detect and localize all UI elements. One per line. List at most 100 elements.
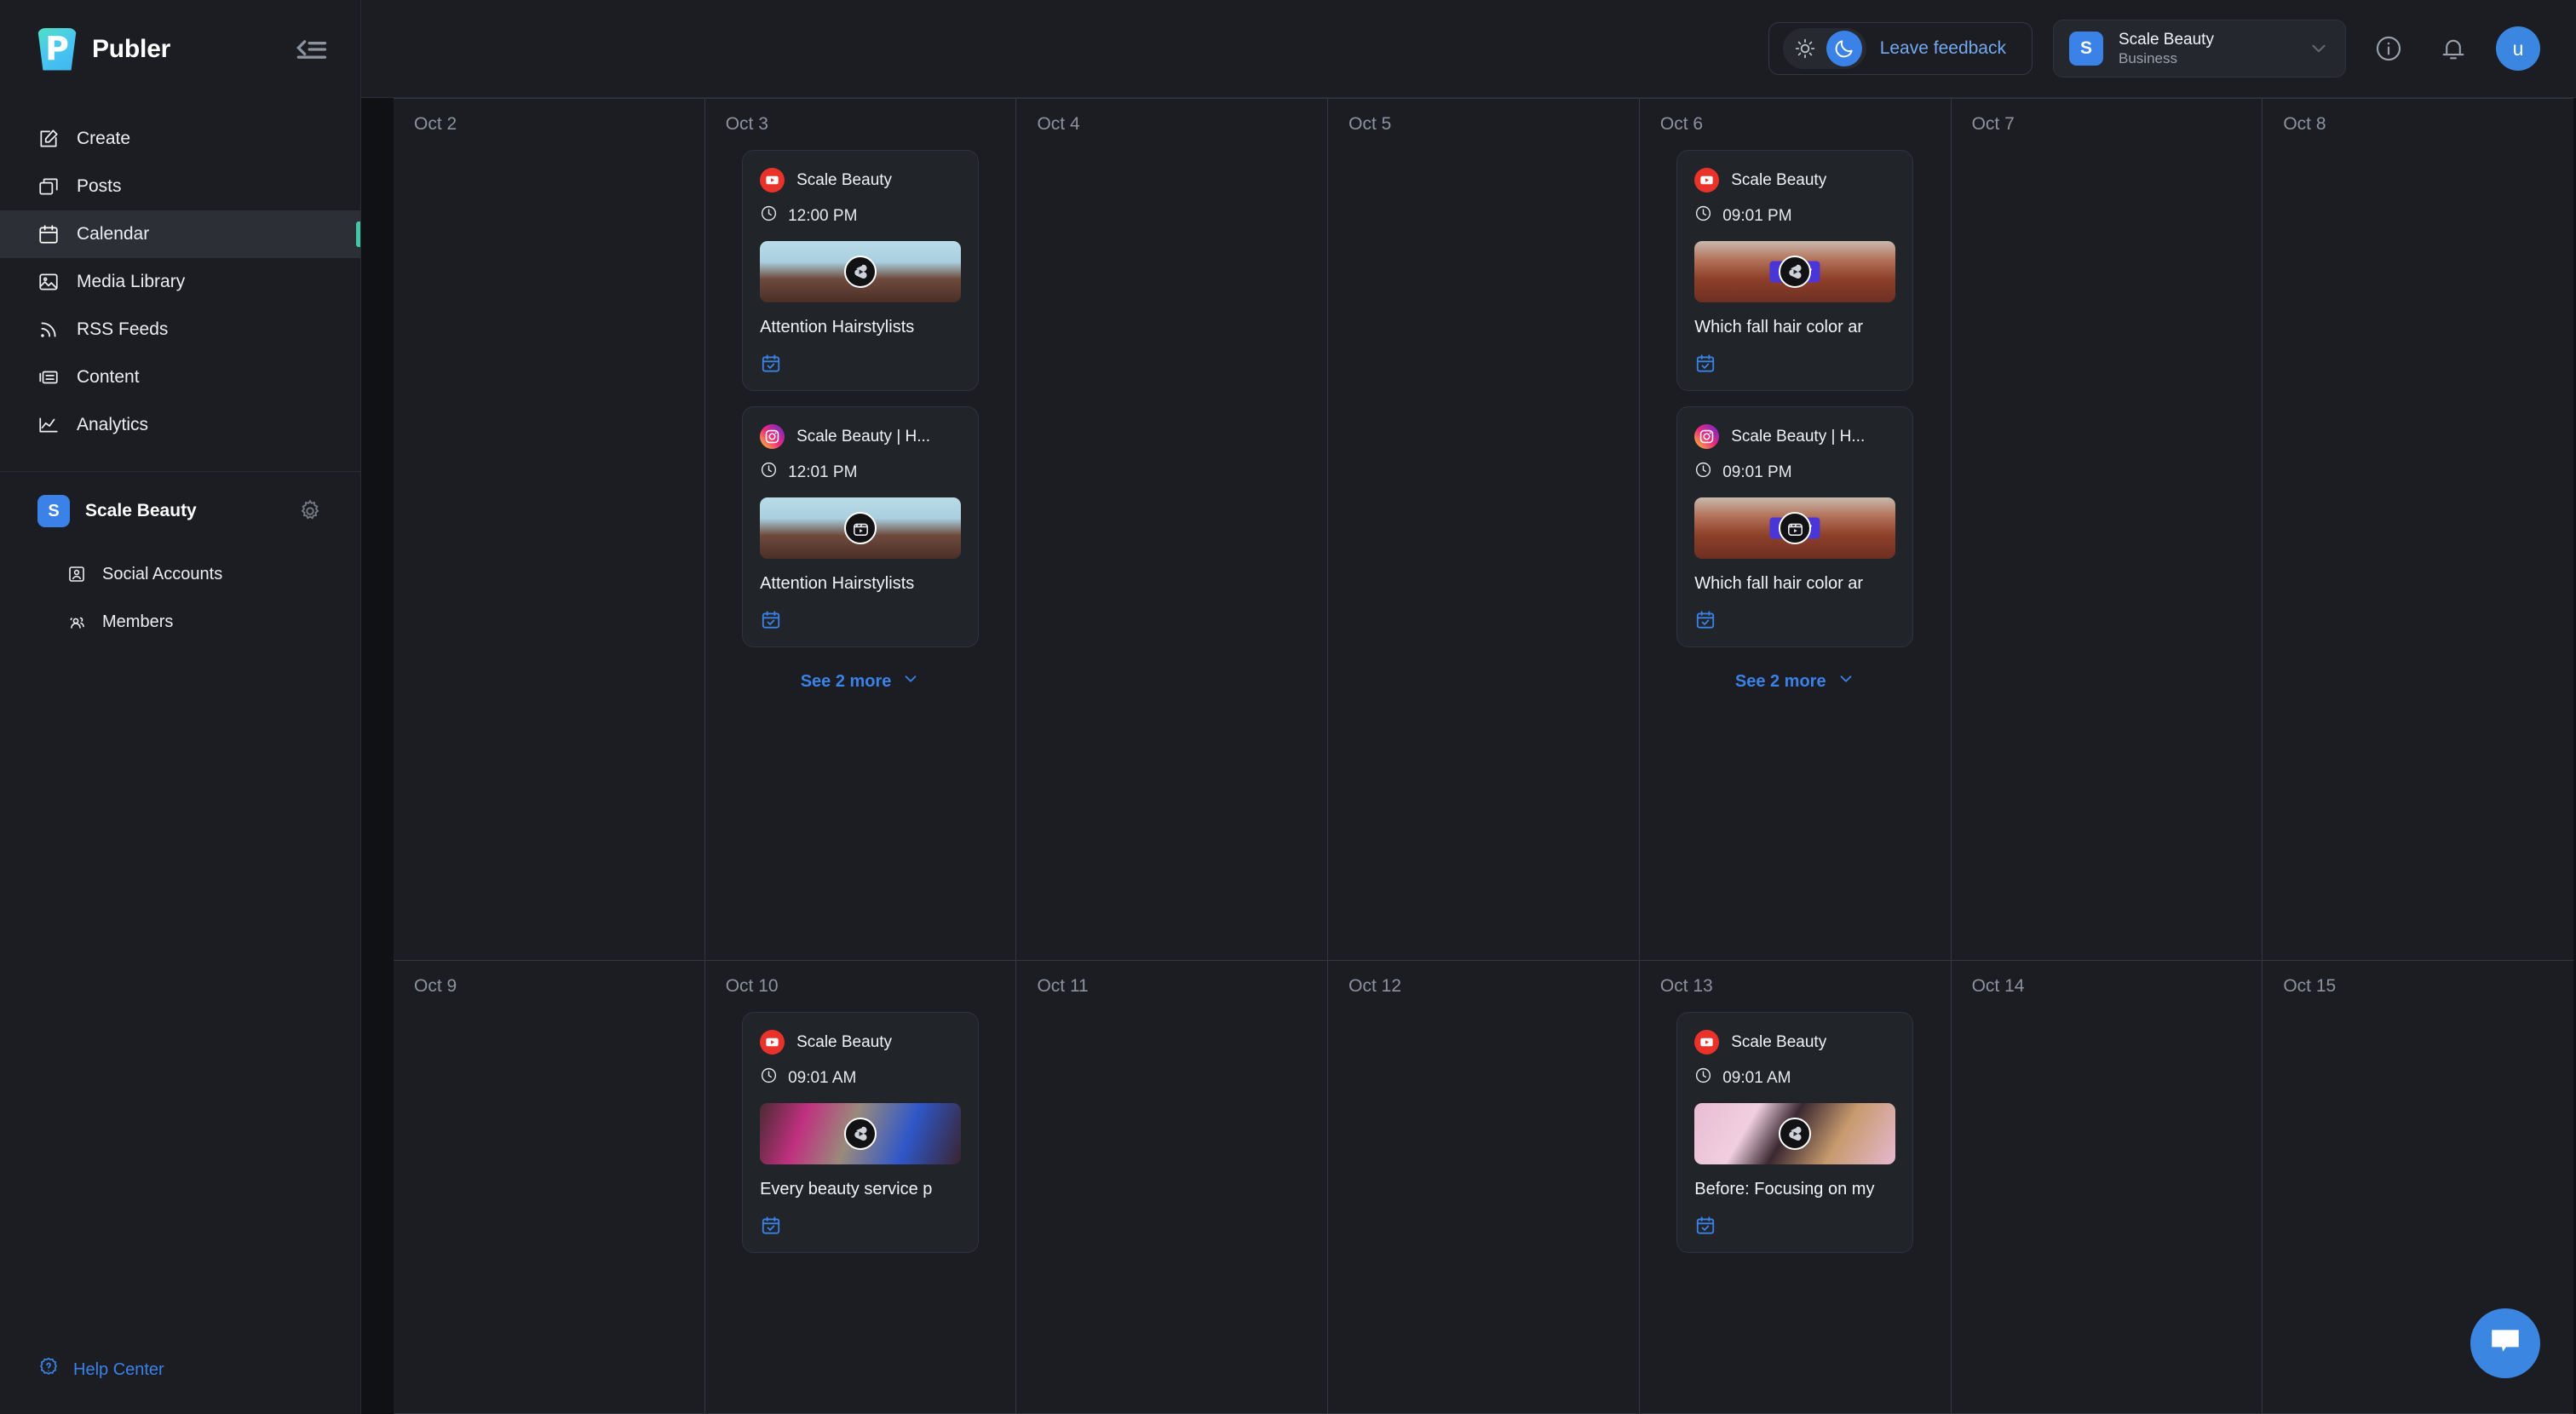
sidebar-item-label: RSS Feeds [77, 319, 169, 339]
logo-letter: P [45, 29, 69, 67]
moon-icon[interactable] [1826, 31, 1862, 66]
see-more-button[interactable]: See 2 more [801, 663, 921, 693]
sidebar-item-create[interactable]: Create [0, 115, 360, 163]
day-posts [1328, 1012, 1639, 1413]
question-badge-icon [37, 1356, 60, 1383]
day-cell[interactable]: Oct 8 [2263, 99, 2574, 961]
help-center-label: Help Center [73, 1359, 164, 1379]
post-time: 09:01 AM [1694, 1066, 1895, 1089]
youtube-icon [1694, 1030, 1720, 1055]
calendar-check-icon [1694, 609, 1895, 631]
post-thumbnail [1694, 1103, 1896, 1165]
sun-icon[interactable] [1787, 31, 1823, 66]
chevron-down-icon[interactable] [2308, 37, 2330, 60]
day-posts [394, 150, 704, 960]
post-card[interactable]: Scale Beauty 09:01 AM [1676, 1012, 1914, 1254]
chat-bubble-icon [2487, 1323, 2524, 1365]
account-badge: S [2069, 32, 2103, 66]
post-card[interactable]: Scale Beauty 09:01 PM Which fall hair co… [1676, 150, 1914, 391]
day-cell[interactable]: Oct 11 [1016, 961, 1329, 1413]
day-cell[interactable]: Oct 7 [1951, 99, 2263, 961]
account-switcher[interactable]: S Scale Beauty Business [2053, 20, 2346, 78]
chat-button[interactable] [2470, 1308, 2540, 1378]
post-time-label: 09:01 PM [1722, 463, 1792, 481]
sidebar-item-rss-feeds[interactable]: RSS Feeds [0, 306, 360, 354]
sidebar-item-media-library[interactable]: Media Library [0, 258, 360, 306]
calendar-icon [37, 223, 60, 245]
post-title: Attention Hairstylists [760, 318, 915, 336]
posts-stack-icon [37, 175, 60, 198]
day-cell[interactable]: Oct 5 [1328, 99, 1640, 961]
clock-icon [1694, 461, 1712, 484]
post-header: Scale Beauty | H... [1694, 424, 1895, 449]
day-posts: Scale Beauty 09:01 AM [1640, 1012, 1951, 1413]
sidebar-item-posts[interactable]: Posts [0, 163, 360, 210]
see-more-button[interactable]: See 2 more [1735, 663, 1855, 693]
pencil-square-icon [37, 128, 60, 150]
day-cell[interactable]: Oct 10 Scale Beauty 09:01 AM Every beaut… [704, 961, 1017, 1413]
clock-icon [760, 461, 778, 484]
collapse-sidebar-icon[interactable] [292, 31, 330, 68]
feedback-group[interactable]: Leave feedback [1768, 22, 2033, 75]
calendar-week-row: Oct 2 Oct 3 Scale Beauty 12:00 PM Attent… [394, 99, 2574, 962]
topbar: Leave feedback S Scale Beauty Business u [361, 0, 2576, 98]
post-time: 09:01 PM [1694, 204, 1895, 227]
workspace-badge: S [37, 495, 70, 527]
calendar-scroll-area: Oct 2 Oct 3 Scale Beauty 12:00 PM Attent… [361, 98, 2576, 1414]
sidebar-item-content[interactable]: Content [0, 354, 360, 401]
post-title: Which fall hair color ar [1694, 574, 1864, 593]
post-card[interactable]: Scale Beauty | H... 12:01 PM Attention H… [742, 406, 980, 647]
post-time-label: 12:00 PM [788, 206, 858, 225]
sidebar-item-members[interactable]: Members [0, 598, 360, 646]
day-cell[interactable]: Oct 2 [394, 99, 705, 961]
leave-feedback-label[interactable]: Leave feedback [1880, 38, 2006, 59]
day-cell[interactable]: Oct 4 [1016, 99, 1329, 961]
post-card[interactable]: Scale Beauty 09:01 AM [742, 1012, 980, 1254]
day-label: Oct 13 [1659, 976, 1713, 997]
day-cell[interactable]: Oct 6 Scale Beauty 09:01 PM Which fall h… [1639, 99, 1952, 961]
bell-icon[interactable] [2431, 26, 2475, 71]
workspace-row[interactable]: S Scale Beauty [0, 472, 360, 550]
sidebar-item-analytics[interactable]: Analytics [0, 401, 360, 449]
day-label: Oct 6 [1659, 114, 1704, 134]
chevron-down-icon [1837, 670, 1855, 693]
day-posts: Scale Beauty 12:00 PM Attention Hairstyl… [705, 150, 1016, 960]
post-title: Attention Hairstylists [760, 574, 915, 593]
workspace-name: Scale Beauty [85, 501, 197, 520]
post-card[interactable]: Scale Beauty | H... 09:01 PM Which fall … [1676, 406, 1914, 647]
post-account: Scale Beauty [796, 1032, 893, 1051]
clock-icon [1694, 1066, 1712, 1089]
day-cell[interactable]: Oct 13 Scale Beauty 09:01 AM Before: Foc… [1639, 961, 1952, 1413]
user-frame-icon [66, 564, 87, 584]
day-label: Oct 15 [2283, 976, 2337, 997]
sidebar-item-label: Calendar [77, 224, 150, 244]
publer-logo-icon: P [37, 27, 77, 71]
sidebar-item-social-accounts[interactable]: Social Accounts [0, 550, 360, 598]
sidebar-item-calendar[interactable]: Calendar [0, 210, 360, 258]
day-cell[interactable]: Oct 3 Scale Beauty 12:00 PM Attention Ha… [704, 99, 1017, 961]
day-label: Oct 7 [1971, 114, 2015, 134]
sidebar: P Publer Create Posts Calendar Media Lib… [0, 0, 361, 1414]
youtube-shorts-icon [844, 1118, 877, 1151]
post-card[interactable]: Scale Beauty 12:00 PM Attention Hairstyl… [742, 150, 980, 391]
gear-icon[interactable] [297, 498, 323, 524]
post-title: Before: Focusing on my [1694, 1180, 1875, 1199]
instagram-icon [1694, 424, 1720, 449]
post-account: Scale Beauty | H... [796, 427, 931, 445]
avatar[interactable]: u [2496, 26, 2540, 71]
brand[interactable]: P Publer [37, 27, 292, 71]
day-cell[interactable]: Oct 14 [1951, 961, 2263, 1413]
day-label: Oct 11 [1037, 976, 1089, 997]
info-circle-icon[interactable] [2366, 26, 2411, 71]
help-center-link[interactable]: Help Center [0, 1325, 360, 1414]
sidebar-header: P Publer [0, 0, 360, 98]
day-cell[interactable]: Oct 12 [1328, 961, 1640, 1413]
post-time-label: 09:01 AM [1722, 1068, 1791, 1087]
post-time: 12:00 PM [760, 204, 961, 227]
calendar-check-icon [760, 1215, 961, 1237]
theme-toggle[interactable] [1782, 28, 1866, 69]
post-account: Scale Beauty | H... [1731, 427, 1866, 445]
calendar-check-icon [760, 353, 961, 375]
rss-icon [37, 319, 60, 341]
day-cell[interactable]: Oct 9 [394, 961, 705, 1413]
